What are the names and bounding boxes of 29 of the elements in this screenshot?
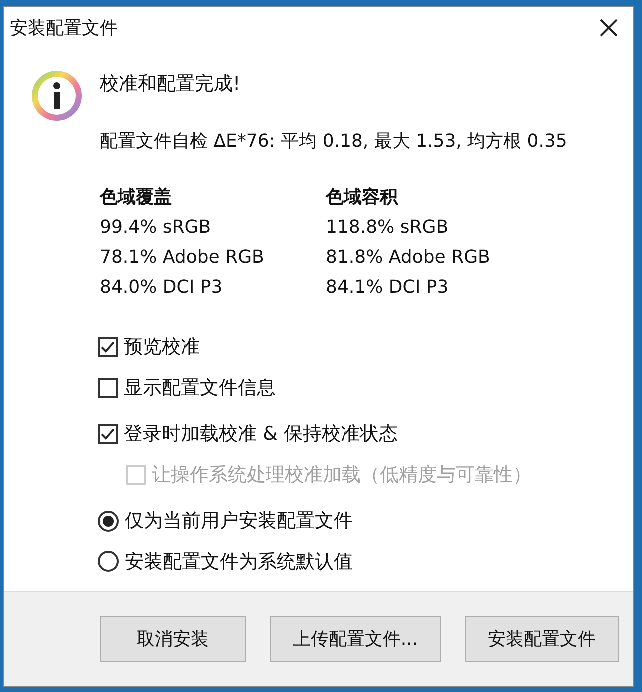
status-message: 校准和配置完成! xyxy=(100,72,242,97)
option-label: 预览校准 xyxy=(124,335,200,360)
option-label: 仅为当前用户安装配置文件 xyxy=(125,509,353,534)
option-label: 让操作系统处理校准加载（低精度与可靠性） xyxy=(152,462,532,488)
gamut-value: 118.8% sRGB xyxy=(326,216,450,240)
window-title: 安装配置文件 xyxy=(10,16,118,40)
self-check-summary: 配置文件自检 ΔE*76: 平均 0.18, 最大 1.53, 均方根 0.35 xyxy=(100,130,568,154)
gamut-value: 84.1% DCI P3 xyxy=(326,276,450,300)
column-heading: 色域容积 xyxy=(326,186,400,210)
dialog-button[interactable]: 取消安装 xyxy=(100,616,246,662)
close-icon[interactable] xyxy=(599,18,619,38)
option-label: 安装配置文件为系统默认值 xyxy=(125,550,353,574)
checkmark-icon xyxy=(100,339,116,356)
radio-button[interactable] xyxy=(98,551,119,572)
option-label: 显示配置文件信息 xyxy=(124,376,276,400)
checkmark-icon xyxy=(100,426,116,442)
gamut-value: 81.8% Adobe RGB xyxy=(326,246,492,270)
gamut-value: 84.0% DCI P3 xyxy=(100,276,224,300)
info-icon xyxy=(30,69,84,123)
checkbox[interactable] xyxy=(98,337,118,358)
dialog-button[interactable]: 上传配置文件... xyxy=(270,616,441,662)
gamut-value: 99.4% sRGB xyxy=(100,216,212,240)
radio-button[interactable] xyxy=(98,510,119,532)
dialog-button[interactable]: 安装配置文件 xyxy=(465,616,619,662)
checkbox[interactable] xyxy=(98,378,118,398)
gamut-value: 78.1% Adobe RGB xyxy=(100,246,266,270)
checkbox[interactable] xyxy=(98,424,118,444)
option-label: 登录时加载校准 & 保持校准状态 xyxy=(124,422,398,447)
column-heading: 色域覆盖 xyxy=(100,186,173,210)
